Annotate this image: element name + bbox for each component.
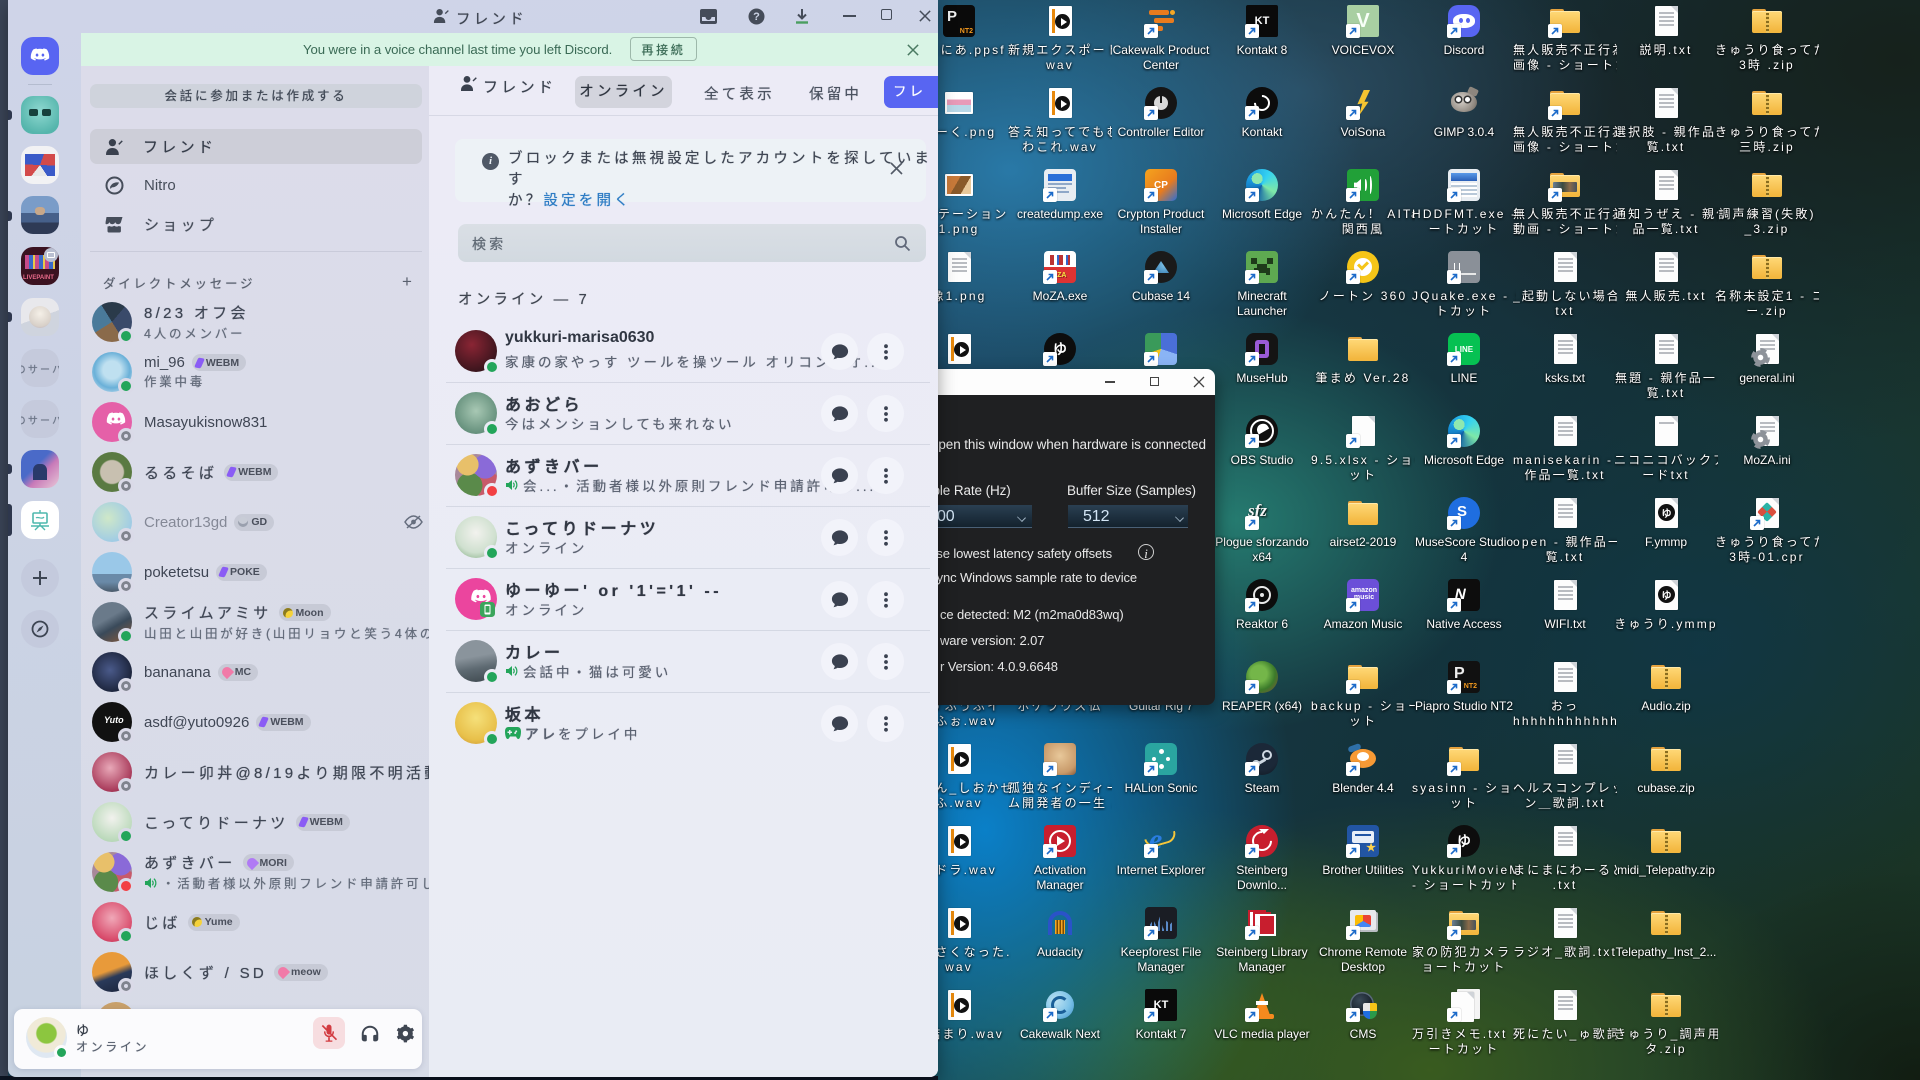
- svg-text:?: ?: [753, 11, 760, 23]
